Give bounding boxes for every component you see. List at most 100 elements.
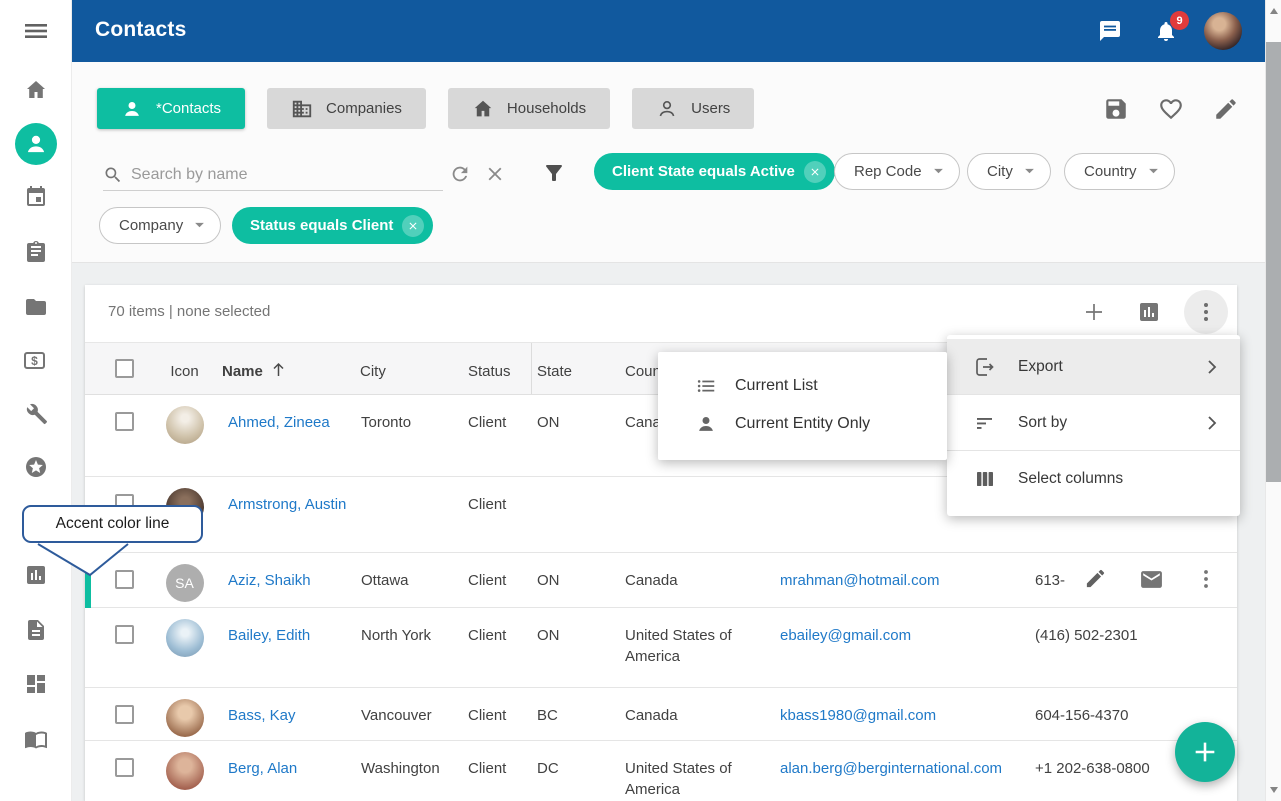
column-header-name[interactable]: Name (222, 343, 355, 394)
edit-contact-button[interactable] (1084, 567, 1108, 591)
row-hover-actions (1084, 567, 1218, 591)
table-row[interactable]: Bass, Kay Vancouver Client BC Canada kba… (85, 688, 1237, 741)
clipboard-icon (24, 240, 48, 264)
remove-filter-icon[interactable] (402, 215, 424, 237)
sidebar-item-favorites[interactable] (24, 455, 48, 479)
tab-label: Companies (326, 100, 402, 117)
favorite-view-button[interactable] (1158, 96, 1184, 122)
filter-panel: *Contacts Companies Households Users (72, 62, 1265, 263)
column-header-city[interactable]: City (355, 343, 462, 394)
cell-status: Client (462, 688, 532, 740)
column-header-status[interactable]: Status (462, 343, 532, 394)
user-avatar[interactable] (1204, 12, 1242, 50)
chart-view-button[interactable] (1137, 300, 1161, 324)
contact-email-link[interactable]: alan.berg@berginternational.com (780, 760, 1002, 777)
save-view-button[interactable] (1103, 96, 1129, 122)
sidebar-item-calendar[interactable] (24, 185, 48, 209)
sidebar-item-home[interactable] (24, 78, 48, 102)
column-header-state[interactable]: State (532, 343, 618, 394)
contact-name-link[interactable]: Berg, Alan (228, 758, 297, 779)
filter-chip-city[interactable]: City (967, 153, 1051, 190)
chevron-down-icon (1148, 168, 1159, 175)
menu-item-sort-by[interactable]: Sort by (947, 395, 1240, 451)
list-context-menu: Export Sort by Select columns (947, 335, 1240, 516)
refresh-search-button[interactable] (449, 163, 471, 185)
contact-email-link[interactable]: ebailey@gmail.com (780, 627, 911, 644)
scroll-up-arrow[interactable] (1270, 8, 1278, 14)
sidebar-item-contacts[interactable] (15, 123, 57, 165)
filter-chip-rep-code[interactable]: Rep Code (834, 153, 960, 190)
chevron-down-icon (933, 168, 944, 175)
sidebar-item-library[interactable] (24, 727, 48, 751)
home-icon (24, 78, 48, 102)
clear-search-button[interactable] (484, 163, 506, 185)
row-menu-button[interactable] (1194, 567, 1218, 591)
menu-item-label: Select columns (1018, 470, 1123, 488)
sidebar-item-dashboard[interactable] (24, 672, 48, 696)
chat-button[interactable] (1098, 19, 1122, 43)
bar-chart-icon (1137, 300, 1161, 324)
sidebar-item-tasks[interactable] (24, 240, 48, 264)
menu-item-export[interactable]: Export (947, 339, 1240, 395)
scroll-down-arrow[interactable] (1270, 787, 1278, 793)
filter-button[interactable] (542, 161, 564, 183)
star-circle-icon (24, 455, 48, 479)
tab-users[interactable]: Users (632, 88, 754, 129)
contact-name-link[interactable]: Ahmed, Zineea (228, 412, 330, 433)
contact-email-link[interactable]: mrahman@hotmail.com (780, 572, 939, 589)
cell-city (355, 477, 462, 552)
plus-icon (1191, 738, 1219, 766)
cell-status: Client (462, 741, 532, 801)
menu-item-select-columns[interactable]: Select columns (947, 451, 1240, 507)
tab-contacts[interactable]: *Contacts (97, 88, 245, 129)
avatar-initials: SA (166, 564, 204, 602)
tab-label: Households (507, 100, 586, 117)
row-checkbox[interactable] (115, 705, 134, 724)
table-row[interactable]: Berg, Alan Washington Client DC United S… (85, 741, 1237, 801)
add-contact-fab[interactable] (1175, 722, 1235, 782)
contact-name-link[interactable]: Armstrong, Austin (228, 494, 346, 515)
sidebar-item-notes[interactable] (24, 618, 48, 642)
table-row[interactable]: Bailey, Edith North York Client ON Unite… (85, 608, 1237, 688)
list-menu-button[interactable] (1184, 290, 1228, 334)
notification-badge: 9 (1170, 11, 1189, 30)
remove-filter-icon[interactable] (804, 161, 826, 183)
contact-name-link[interactable]: Aziz, Shaikh (228, 570, 311, 591)
search-input[interactable] (131, 166, 421, 184)
sidebar-item-documents[interactable] (24, 295, 48, 319)
list-summary: 70 items | none selected (108, 303, 270, 320)
email-contact-button[interactable] (1139, 567, 1163, 591)
add-item-button[interactable] (1082, 300, 1106, 324)
contact-email-link[interactable]: kbass1980@gmail.com (780, 707, 936, 724)
cell-state: DC (532, 741, 618, 801)
column-header-icon[interactable]: Icon (147, 343, 222, 394)
sidebar-item-billing[interactable]: $ (24, 349, 48, 373)
tab-companies[interactable]: Companies (267, 88, 426, 129)
notifications-button[interactable]: 9 (1154, 19, 1178, 43)
tab-label: *Contacts (156, 100, 221, 117)
row-checkbox[interactable] (115, 412, 134, 431)
filter-chip-country[interactable]: Country (1064, 153, 1175, 190)
select-all-checkbox[interactable] (115, 359, 134, 378)
filter-chip-client-state[interactable]: Client State equals Active (594, 153, 835, 190)
chevron-down-icon (1024, 168, 1035, 175)
filter-chip-company[interactable]: Company (99, 207, 221, 244)
scrollbar-thumb[interactable] (1266, 42, 1281, 482)
hamburger-menu-button[interactable] (24, 19, 48, 43)
calendar-icon (24, 185, 48, 209)
edit-view-button[interactable] (1213, 96, 1239, 122)
submenu-item-current-entity-only[interactable]: Current Entity Only (658, 405, 947, 443)
vertical-scrollbar[interactable] (1265, 0, 1281, 801)
row-checkbox[interactable] (115, 625, 134, 644)
chip-label: Rep Code (854, 163, 922, 180)
person-icon (121, 98, 143, 120)
filter-chip-status[interactable]: Status equals Client (232, 207, 433, 244)
tab-households[interactable]: Households (448, 88, 610, 129)
contact-name-link[interactable]: Bass, Kay (228, 705, 296, 726)
table-row-active[interactable]: SA Aziz, Shaikh Ottawa Client ON Canada … (85, 553, 1237, 608)
row-checkbox[interactable] (115, 758, 134, 777)
submenu-item-current-list[interactable]: Current List (658, 367, 947, 405)
export-submenu: Current List Current Entity Only (658, 352, 947, 460)
contact-name-link[interactable]: Bailey, Edith (228, 625, 310, 646)
sidebar-item-tools[interactable] (24, 402, 48, 426)
